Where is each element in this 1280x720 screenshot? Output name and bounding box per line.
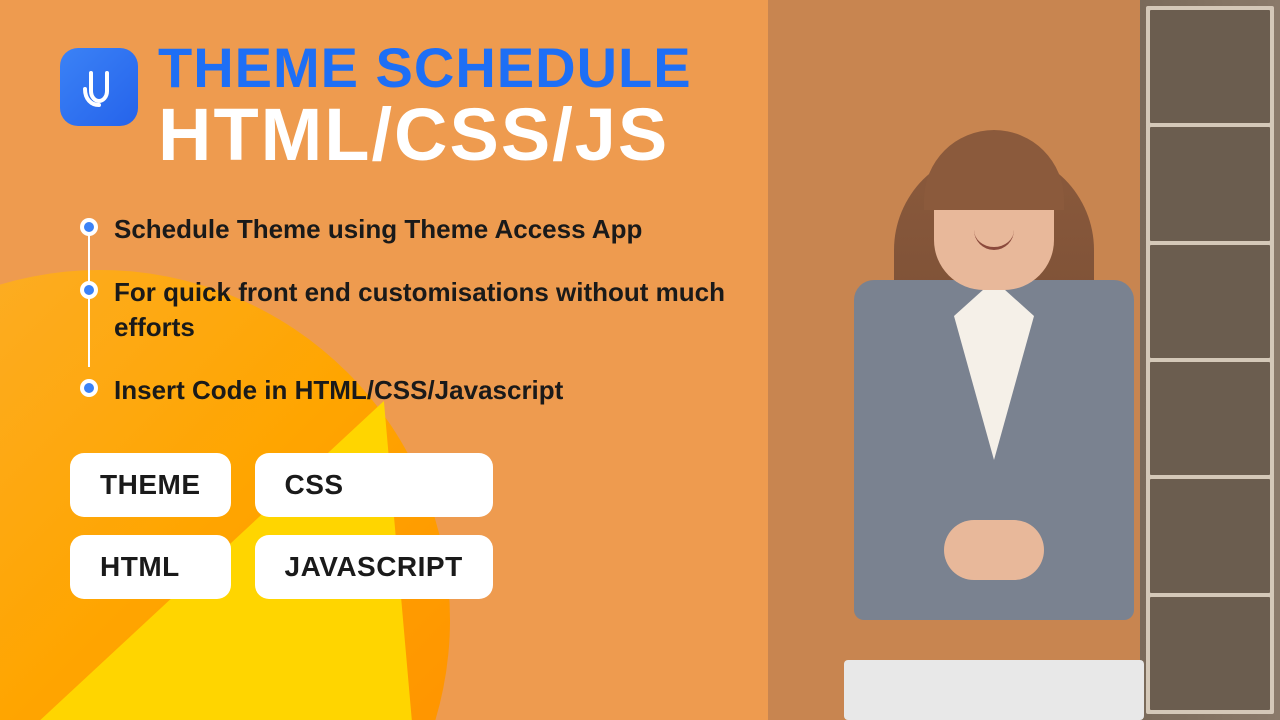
connector-line — [88, 297, 90, 367]
bullet-icon — [80, 379, 98, 397]
list-item: For quick front end customisations witho… — [80, 275, 728, 345]
person-illustration — [824, 100, 1164, 720]
title-line-1: THEME SCHEDULE — [158, 40, 728, 96]
left-panel: THEME SCHEDULE HTML/CSS/JS Schedule Them… — [0, 0, 768, 720]
hair-front — [924, 130, 1064, 210]
bullet-icon — [80, 218, 98, 236]
tag-grid: THEME CSS HTML JAVASCRIPT — [70, 453, 493, 599]
laptop — [844, 660, 1144, 720]
feature-text: For quick front end customisations witho… — [114, 275, 728, 345]
tag-theme: THEME — [70, 453, 231, 517]
app-logo-icon — [60, 48, 138, 126]
list-item: Schedule Theme using Theme Access App — [80, 212, 728, 247]
blazer — [854, 280, 1134, 620]
feature-text: Schedule Theme using Theme Access App — [114, 212, 642, 247]
window-pane — [1146, 6, 1274, 714]
list-item: Insert Code in HTML/CSS/Javascript — [80, 373, 728, 408]
title-block: THEME SCHEDULE HTML/CSS/JS — [158, 40, 728, 172]
right-panel — [768, 0, 1280, 720]
tag-html: HTML — [70, 535, 231, 599]
tag-javascript: JAVASCRIPT — [255, 535, 493, 599]
promo-banner: THEME SCHEDULE HTML/CSS/JS Schedule Them… — [0, 0, 1280, 720]
smile — [974, 230, 1014, 250]
blazer-lapel — [954, 280, 1034, 460]
tag-css: CSS — [255, 453, 493, 517]
title-line-2: HTML/CSS/JS — [158, 98, 728, 172]
header-block: THEME SCHEDULE HTML/CSS/JS — [60, 40, 728, 172]
feature-text: Insert Code in HTML/CSS/Javascript — [114, 373, 563, 408]
feature-list: Schedule Theme using Theme Access App Fo… — [80, 212, 728, 408]
content-area: THEME SCHEDULE HTML/CSS/JS Schedule Them… — [60, 40, 728, 599]
hands — [944, 520, 1044, 580]
bullet-icon — [80, 281, 98, 299]
